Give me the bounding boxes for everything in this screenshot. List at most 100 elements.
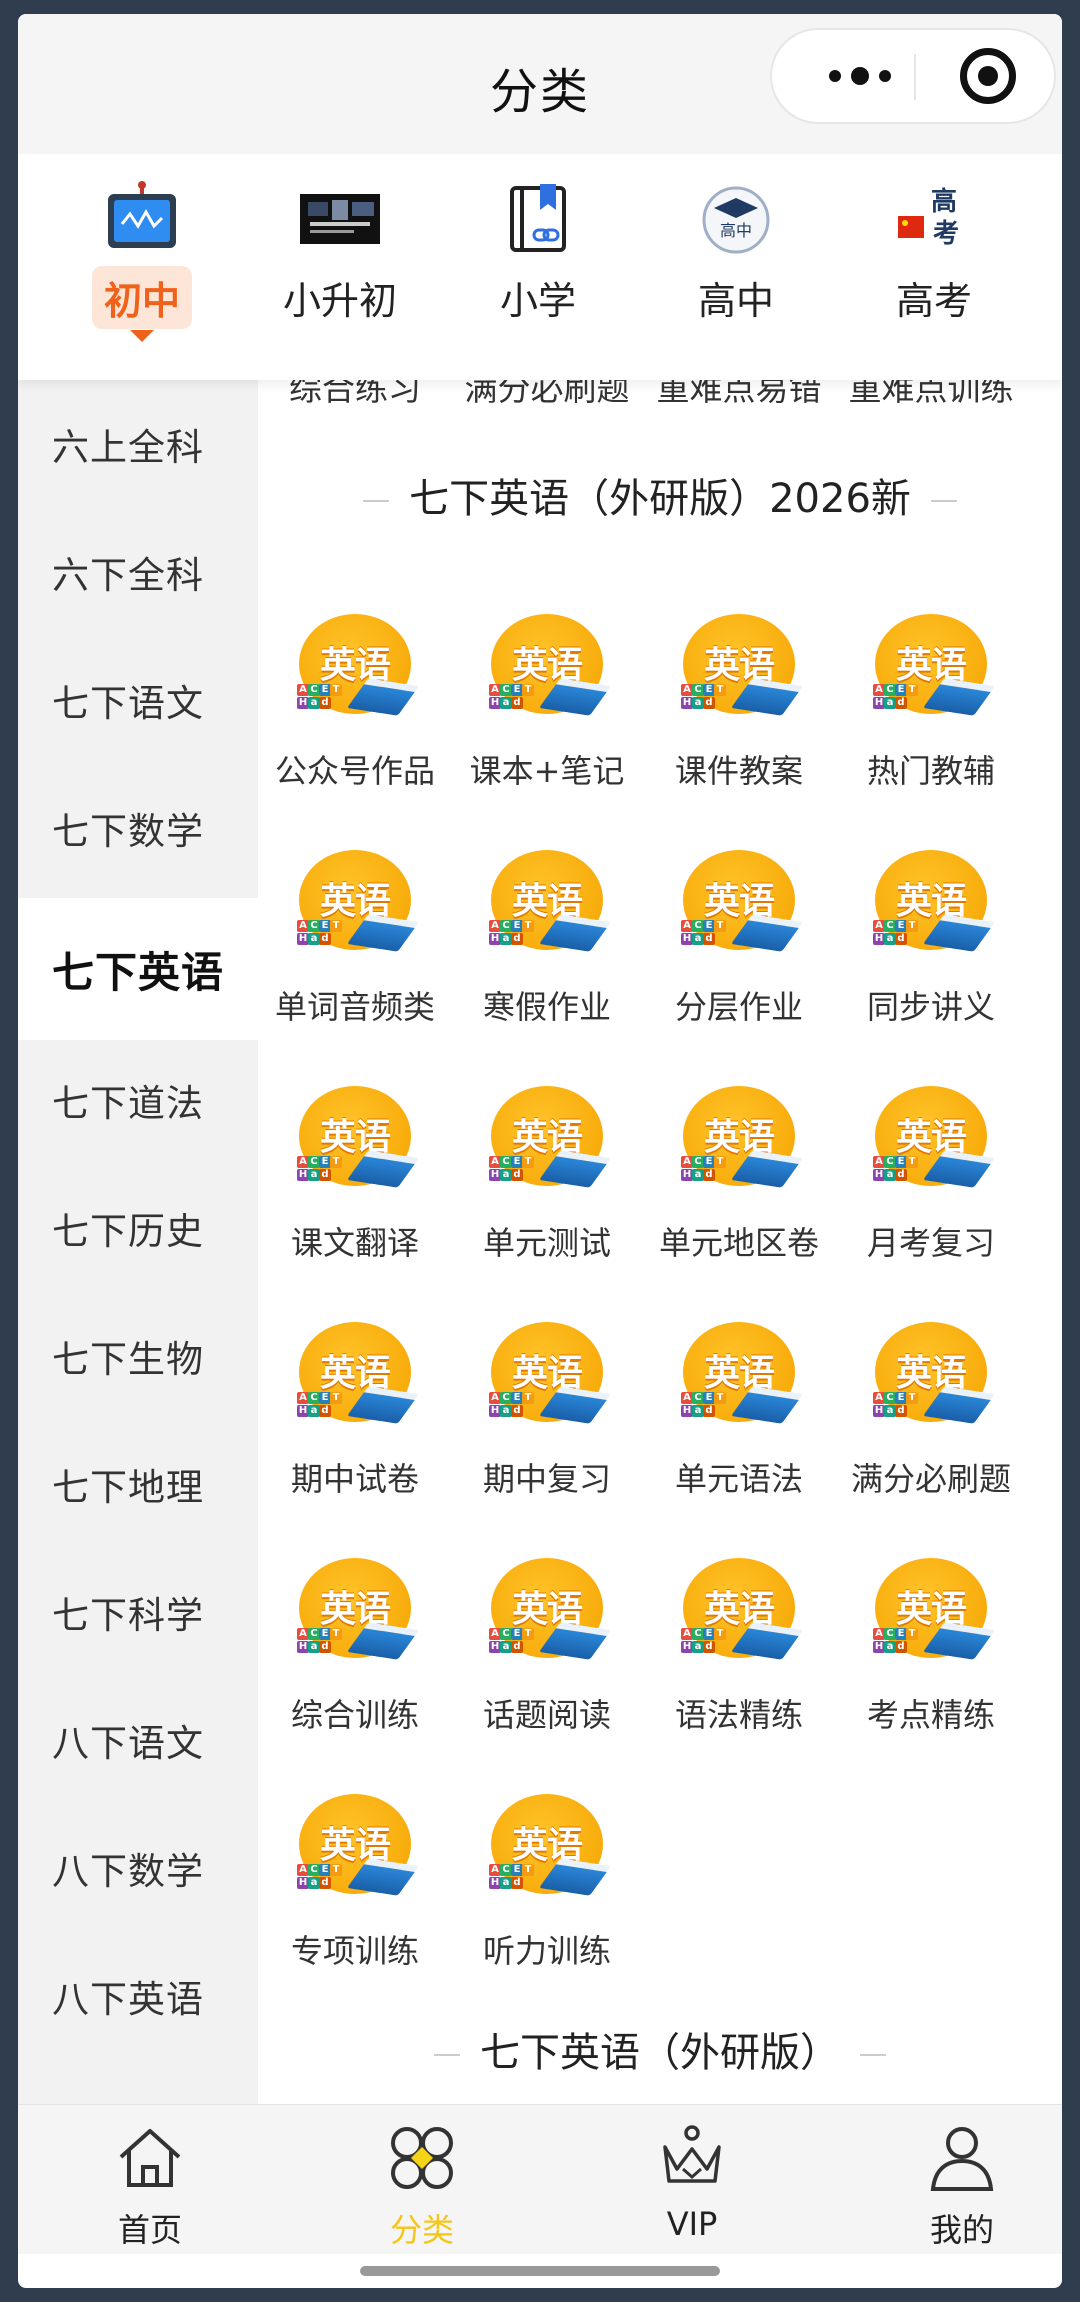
resource-item[interactable]: 英语 A C E T Ha d 单元语法	[644, 1314, 834, 1514]
english-book-thumbnail: 英语 A C E T Ha d	[485, 842, 612, 966]
resource-content: 综合练习 满分必刷题 重难点易错 重难点训练 七下英语（外研版）2026新 英语…	[258, 380, 1062, 2120]
subject-item[interactable]: 六上全科	[18, 380, 258, 508]
resource-item[interactable]: 英语 A C E T Ha d 单元测试	[452, 1078, 642, 1278]
subject-item-active[interactable]: 七下英语	[18, 898, 258, 1040]
thumbnail-word: 英语	[511, 881, 583, 922]
subject-item[interactable]: 七下道法	[18, 1036, 258, 1164]
resource-label: 综合训练	[290, 1696, 419, 1734]
english-book-thumbnail: 英语 A C E T Ha d	[677, 1314, 804, 1438]
nav-home[interactable]: 首页	[80, 2123, 220, 2249]
resource-label: 话题阅读	[482, 1696, 611, 1734]
english-book-thumbnail: 英语 A C E T Ha d	[293, 1550, 420, 1674]
bottom-nav: 首页 分类 VIP 我的	[18, 2104, 1062, 2254]
thumbnail-word: 英语	[511, 1589, 583, 1630]
resource-item[interactable]: 英语 A C E T Ha d 同步讲义	[836, 842, 1026, 1042]
thumbnail-word: 英语	[319, 1825, 391, 1866]
next-section-header: 七下英语（外研版）	[258, 2020, 1062, 2078]
svg-text:高中: 高中	[720, 221, 752, 240]
resource-item[interactable]: 英语 A C E T Ha d 寒假作业	[452, 842, 642, 1042]
resource-item[interactable]: 英语 A C E T Ha d 专项训练	[260, 1786, 450, 1986]
tab-gaokao[interactable]: 高 考 高考	[844, 180, 1024, 360]
capsule-divider	[914, 54, 916, 100]
english-book-thumbnail: 英语 A C E T Ha d	[485, 1550, 612, 1674]
english-book-thumbnail: 英语 A C E T Ha d	[485, 1314, 612, 1438]
tab-junior-high[interactable]: 初中	[52, 180, 232, 360]
resource-label: 热门教辅	[866, 752, 995, 790]
tab-primary-school[interactable]: 小学	[448, 180, 628, 360]
resource-label: 期中复习	[482, 1460, 611, 1498]
subject-item[interactable]: 七下地理	[18, 1420, 258, 1548]
resource-item[interactable]: 英语 A C E T Ha d 热门教辅	[836, 606, 1026, 806]
resource-item[interactable]: 英语 A C E T Ha d 课本+笔记	[452, 606, 642, 806]
stage-tabs: 初中 小升初 小学 高中 高中 高 考 高考	[18, 154, 1062, 380]
thumbnail-word: 英语	[319, 1353, 391, 1394]
subject-item[interactable]: 七下生物	[18, 1292, 258, 1420]
resource-label: 月考复习	[866, 1224, 995, 1262]
resource-item[interactable]: 英语 A C E T Ha d 课件教案	[644, 606, 834, 806]
resource-item[interactable]: 英语 A C E T Ha d 考点精练	[836, 1550, 1026, 1750]
resource-item[interactable]: 英语 A C E T Ha d 满分必刷题	[836, 1314, 1026, 1514]
resource-item[interactable]: 英语 A C E T Ha d 综合训练	[260, 1550, 450, 1750]
svg-text:考: 考	[933, 219, 959, 249]
resource-item[interactable]: 英语 A C E T Ha d 期中试卷	[260, 1314, 450, 1514]
resource-label: 期中试卷	[290, 1460, 419, 1498]
tab-label: 小升初	[282, 279, 398, 323]
subject-item[interactable]: 八下数学	[18, 1804, 258, 1932]
resource-label[interactable]: 重难点训练	[836, 380, 1026, 410]
photo-collage-icon	[300, 194, 380, 244]
tab-senior-high[interactable]: 高中 高中	[646, 180, 826, 360]
tab-primary-to-junior[interactable]: 小升初	[250, 180, 430, 360]
resource-item[interactable]: 英语 A C E T Ha d 课文翻译	[260, 1078, 450, 1278]
subject-item[interactable]: 七下数学	[18, 764, 258, 892]
subject-item[interactable]: 六下全科	[18, 508, 258, 636]
thumbnail-word: 英语	[511, 645, 583, 686]
resource-item[interactable]: 英语 A C E T Ha d 月考复习	[836, 1078, 1026, 1278]
resource-item[interactable]: 英语 A C E T Ha d 期中复习	[452, 1314, 642, 1514]
thumbnail-word: 英语	[319, 1117, 391, 1158]
home-icon	[119, 2129, 181, 2187]
thumbnail-word: 英语	[895, 645, 967, 686]
resource-label[interactable]: 综合练习	[260, 380, 450, 410]
english-book-thumbnail: 英语 A C E T Ha d	[485, 1078, 612, 1202]
resource-item[interactable]: 英语 A C E T Ha d 话题阅读	[452, 1550, 642, 1750]
thumbnail-word: 英语	[895, 1117, 967, 1158]
resource-label[interactable]: 满分必刷题	[452, 380, 642, 410]
home-indicator	[360, 2266, 720, 2276]
tab-label: 初中	[91, 266, 193, 329]
english-book-thumbnail: 英语 A C E T Ha d	[677, 842, 804, 966]
nav-vip[interactable]: VIP	[622, 2123, 762, 2243]
resource-item[interactable]: 英语 A C E T Ha d 听力训练	[452, 1786, 642, 1986]
subject-item[interactable]: 八下英语	[18, 1932, 258, 2060]
thumbnail-word: 英语	[319, 881, 391, 922]
english-book-thumbnail: 英语 A C E T Ha d	[293, 1786, 420, 1910]
svg-text:高: 高	[931, 186, 957, 217]
resource-label: 语法精练	[674, 1696, 803, 1734]
resource-item[interactable]: 英语 A C E T Ha d 单词音频类	[260, 842, 450, 1042]
subject-item[interactable]: 七下科学	[18, 1548, 258, 1676]
subject-item[interactable]: 七下语文	[18, 636, 258, 764]
resource-label: 公众号作品	[274, 752, 435, 790]
mini-program-capsule	[770, 28, 1056, 124]
subject-item[interactable]: 八下语文	[18, 1676, 258, 1804]
title-bar: 分类	[18, 14, 1062, 154]
subject-item[interactable]: 七下历史	[18, 1164, 258, 1292]
more-options-icon[interactable]	[800, 30, 920, 122]
resource-label: 单元地区卷	[658, 1224, 819, 1262]
thumbnail-word: 英语	[319, 645, 391, 686]
english-book-thumbnail: 英语 A C E T Ha d	[869, 606, 996, 730]
nav-profile[interactable]: 我的	[892, 2123, 1032, 2249]
nav-category[interactable]: 分类	[352, 2123, 492, 2249]
resource-item[interactable]: 英语 A C E T Ha d 公众号作品	[260, 606, 450, 806]
gaokao-flag-icon: 高 考	[898, 186, 959, 249]
resource-item[interactable]: 英语 A C E T Ha d 单元地区卷	[644, 1078, 834, 1278]
thumbnail-word: 英语	[703, 1589, 775, 1630]
section-header: 七下英语（外研版）2026新	[258, 466, 1062, 524]
english-book-thumbnail: 英语 A C E T Ha d	[677, 606, 804, 730]
resource-item[interactable]: 英语 A C E T Ha d 分层作业	[644, 842, 834, 1042]
resource-label: 同步讲义	[866, 988, 995, 1026]
resource-item[interactable]: 英语 A C E T Ha d 语法精练	[644, 1550, 834, 1750]
resource-label[interactable]: 重难点易错	[644, 380, 834, 410]
section-title: 七下英语（外研版）2026新	[409, 476, 911, 522]
close-target-icon[interactable]	[960, 48, 1016, 104]
divider	[860, 2054, 886, 2056]
